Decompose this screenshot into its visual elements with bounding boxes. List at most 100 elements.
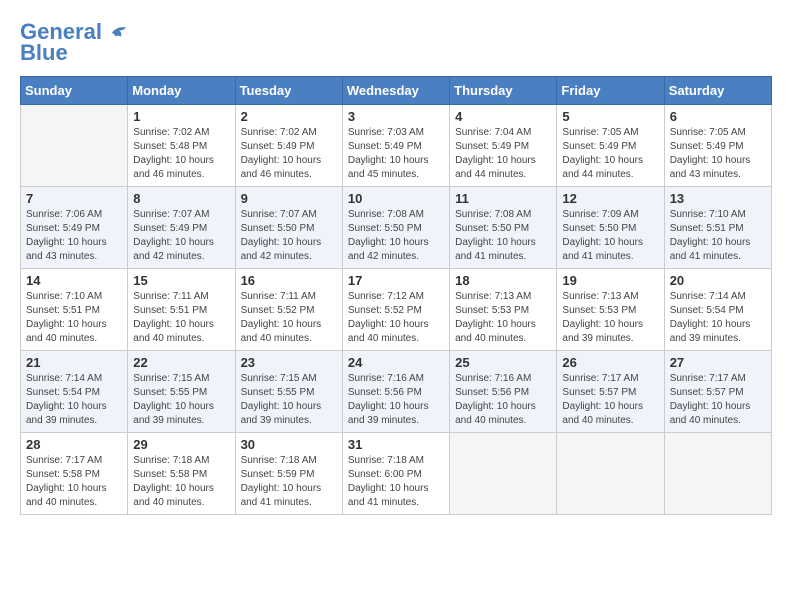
calendar-day-header: Tuesday: [235, 77, 342, 105]
day-number: 22: [133, 355, 229, 370]
calendar-day-cell: 27 Sunrise: 7:17 AMSunset: 5:57 PMDayligh…: [664, 351, 771, 433]
day-info: Sunrise: 7:07 AMSunset: 5:50 PMDaylight:…: [241, 208, 337, 264]
day-number: 19: [562, 273, 658, 288]
day-info: Sunrise: 7:12 AMSunset: 5:52 PMDaylight:…: [348, 290, 444, 346]
logo-bird-icon: [110, 23, 128, 41]
day-number: 28: [26, 437, 122, 452]
day-number: 18: [455, 273, 551, 288]
day-info: Sunrise: 7:03 AMSunset: 5:49 PMDaylight:…: [348, 126, 444, 182]
calendar-day-cell: 24Sunrise: 7:16 AMSunset: 5:56 PMDayligh…: [342, 351, 449, 433]
day-number: 9: [241, 191, 337, 206]
day-number: 24: [348, 355, 444, 370]
day-number: 6: [670, 109, 766, 124]
calendar-day-cell: 26 Sunrise: 7:17 AMSunset: 5:57 PMDayligh…: [557, 351, 664, 433]
day-number: 2: [241, 109, 337, 124]
calendar-day-cell: 21 Sunrise: 7:14 AMSunset: 5:54 PMDayligh…: [21, 351, 128, 433]
calendar-day-cell: [21, 105, 128, 187]
calendar-day-cell: 17Sunrise: 7:12 AMSunset: 5:52 PMDayligh…: [342, 269, 449, 351]
day-number: 30: [241, 437, 337, 452]
calendar-day-cell: 10 Sunrise: 7:08 AMSunset: 5:50 PMDayligh…: [342, 187, 449, 269]
day-info: Sunrise: 7:08 AMSunset: 5:50 PMDaylight:…: [348, 208, 444, 264]
calendar-day-cell: 18Sunrise: 7:13 AMSunset: 5:53 PMDayligh…: [450, 269, 557, 351]
day-number: 11: [455, 191, 551, 206]
day-number: 8: [133, 191, 229, 206]
calendar-header-row: SundayMondayTuesdayWednesdayThursdayFrid…: [21, 77, 772, 105]
calendar-day-cell: 8 Sunrise: 7:07 AMSunset: 5:49 PMDaylight…: [128, 187, 235, 269]
day-info: Sunrise: 7:18 AMSunset: 5:59 PMDaylight:…: [241, 454, 337, 510]
day-number: 21: [26, 355, 122, 370]
calendar-day-header: Thursday: [450, 77, 557, 105]
calendar-day-header: Sunday: [21, 77, 128, 105]
calendar-day-cell: 14 Sunrise: 7:10 AMSunset: 5:51 PMDayligh…: [21, 269, 128, 351]
day-info: Sunrise: 7:02 AMSunset: 5:49 PMDaylight:…: [241, 126, 337, 182]
calendar-day-cell: 19 Sunrise: 7:13 AMSunset: 5:53 PMDayligh…: [557, 269, 664, 351]
calendar-day-cell: 7 Sunrise: 7:06 AMSunset: 5:49 PMDaylight…: [21, 187, 128, 269]
calendar-day-header: Saturday: [664, 77, 771, 105]
day-number: 1: [133, 109, 229, 124]
day-number: 13: [670, 191, 766, 206]
day-number: 14: [26, 273, 122, 288]
calendar-day-cell: 29 Sunrise: 7:18 AMSunset: 5:58 PMDayligh…: [128, 433, 235, 515]
calendar-day-cell: 11 Sunrise: 7:08 AMSunset: 5:50 PMDayligh…: [450, 187, 557, 269]
calendar-week-row: 21 Sunrise: 7:14 AMSunset: 5:54 PMDayligh…: [21, 351, 772, 433]
calendar-day-header: Wednesday: [342, 77, 449, 105]
calendar-day-cell: 5 Sunrise: 7:05 AMSunset: 5:49 PMDaylight…: [557, 105, 664, 187]
calendar-day-cell: 16 Sunrise: 7:11 AMSunset: 5:52 PMDayligh…: [235, 269, 342, 351]
day-info: Sunrise: 7:17 AMSunset: 5:57 PMDaylight:…: [670, 372, 766, 428]
calendar-day-cell: [557, 433, 664, 515]
day-info: Sunrise: 7:06 AMSunset: 5:49 PMDaylight:…: [26, 208, 122, 264]
calendar-day-cell: 28 Sunrise: 7:17 AMSunset: 5:58 PMDayligh…: [21, 433, 128, 515]
day-number: 25: [455, 355, 551, 370]
day-info: Sunrise: 7:10 AMSunset: 5:51 PMDaylight:…: [26, 290, 122, 346]
day-info: Sunrise: 7:14 AMSunset: 5:54 PMDaylight:…: [26, 372, 122, 428]
day-info: Sunrise: 7:05 AMSunset: 5:49 PMDaylight:…: [562, 126, 658, 182]
day-info: Sunrise: 7:18 AMSunset: 6:00 PMDaylight:…: [348, 454, 444, 510]
day-info: Sunrise: 7:04 AMSunset: 5:49 PMDaylight:…: [455, 126, 551, 182]
calendar-table: SundayMondayTuesdayWednesdayThursdayFrid…: [20, 76, 772, 515]
calendar-day-header: Monday: [128, 77, 235, 105]
day-number: 16: [241, 273, 337, 288]
calendar-week-row: 1 Sunrise: 7:02 AMSunset: 5:48 PMDaylight…: [21, 105, 772, 187]
day-number: 29: [133, 437, 229, 452]
day-info: Sunrise: 7:17 AMSunset: 5:57 PMDaylight:…: [562, 372, 658, 428]
day-number: 10: [348, 191, 444, 206]
day-number: 12: [562, 191, 658, 206]
calendar-day-cell: 23 Sunrise: 7:15 AMSunset: 5:55 PMDayligh…: [235, 351, 342, 433]
calendar-day-cell: 22 Sunrise: 7:15 AMSunset: 5:55 PMDayligh…: [128, 351, 235, 433]
page-header: General Blue: [20, 20, 772, 66]
day-number: 23: [241, 355, 337, 370]
day-number: 20: [670, 273, 766, 288]
day-info: Sunrise: 7:17 AMSunset: 5:58 PMDaylight:…: [26, 454, 122, 510]
day-number: 15: [133, 273, 229, 288]
day-number: 7: [26, 191, 122, 206]
day-info: Sunrise: 7:13 AMSunset: 5:53 PMDaylight:…: [562, 290, 658, 346]
day-number: 4: [455, 109, 551, 124]
calendar-day-cell: 6 Sunrise: 7:05 AMSunset: 5:49 PMDaylight…: [664, 105, 771, 187]
calendar-day-header: Friday: [557, 77, 664, 105]
day-number: 3: [348, 109, 444, 124]
calendar-day-cell: 9 Sunrise: 7:07 AMSunset: 5:50 PMDaylight…: [235, 187, 342, 269]
logo: General Blue: [20, 20, 128, 66]
calendar-day-cell: [450, 433, 557, 515]
calendar-week-row: 14 Sunrise: 7:10 AMSunset: 5:51 PMDayligh…: [21, 269, 772, 351]
calendar-day-cell: 20Sunrise: 7:14 AMSunset: 5:54 PMDayligh…: [664, 269, 771, 351]
day-info: Sunrise: 7:05 AMSunset: 5:49 PMDaylight:…: [670, 126, 766, 182]
day-info: Sunrise: 7:18 AMSunset: 5:58 PMDaylight:…: [133, 454, 229, 510]
day-info: Sunrise: 7:02 AMSunset: 5:48 PMDaylight:…: [133, 126, 229, 182]
day-info: Sunrise: 7:11 AMSunset: 5:51 PMDaylight:…: [133, 290, 229, 346]
day-info: Sunrise: 7:08 AMSunset: 5:50 PMDaylight:…: [455, 208, 551, 264]
calendar-day-cell: 30 Sunrise: 7:18 AMSunset: 5:59 PMDayligh…: [235, 433, 342, 515]
day-info: Sunrise: 7:15 AMSunset: 5:55 PMDaylight:…: [241, 372, 337, 428]
day-info: Sunrise: 7:10 AMSunset: 5:51 PMDaylight:…: [670, 208, 766, 264]
calendar-day-cell: 1 Sunrise: 7:02 AMSunset: 5:48 PMDaylight…: [128, 105, 235, 187]
day-number: 27: [670, 355, 766, 370]
day-number: 26: [562, 355, 658, 370]
day-info: Sunrise: 7:15 AMSunset: 5:55 PMDaylight:…: [133, 372, 229, 428]
calendar-day-cell: 2 Sunrise: 7:02 AMSunset: 5:49 PMDaylight…: [235, 105, 342, 187]
day-number: 5: [562, 109, 658, 124]
day-info: Sunrise: 7:11 AMSunset: 5:52 PMDaylight:…: [241, 290, 337, 346]
day-info: Sunrise: 7:07 AMSunset: 5:49 PMDaylight:…: [133, 208, 229, 264]
day-number: 31: [348, 437, 444, 452]
calendar-day-cell: 12Sunrise: 7:09 AMSunset: 5:50 PMDayligh…: [557, 187, 664, 269]
calendar-day-cell: 25Sunrise: 7:16 AMSunset: 5:56 PMDayligh…: [450, 351, 557, 433]
